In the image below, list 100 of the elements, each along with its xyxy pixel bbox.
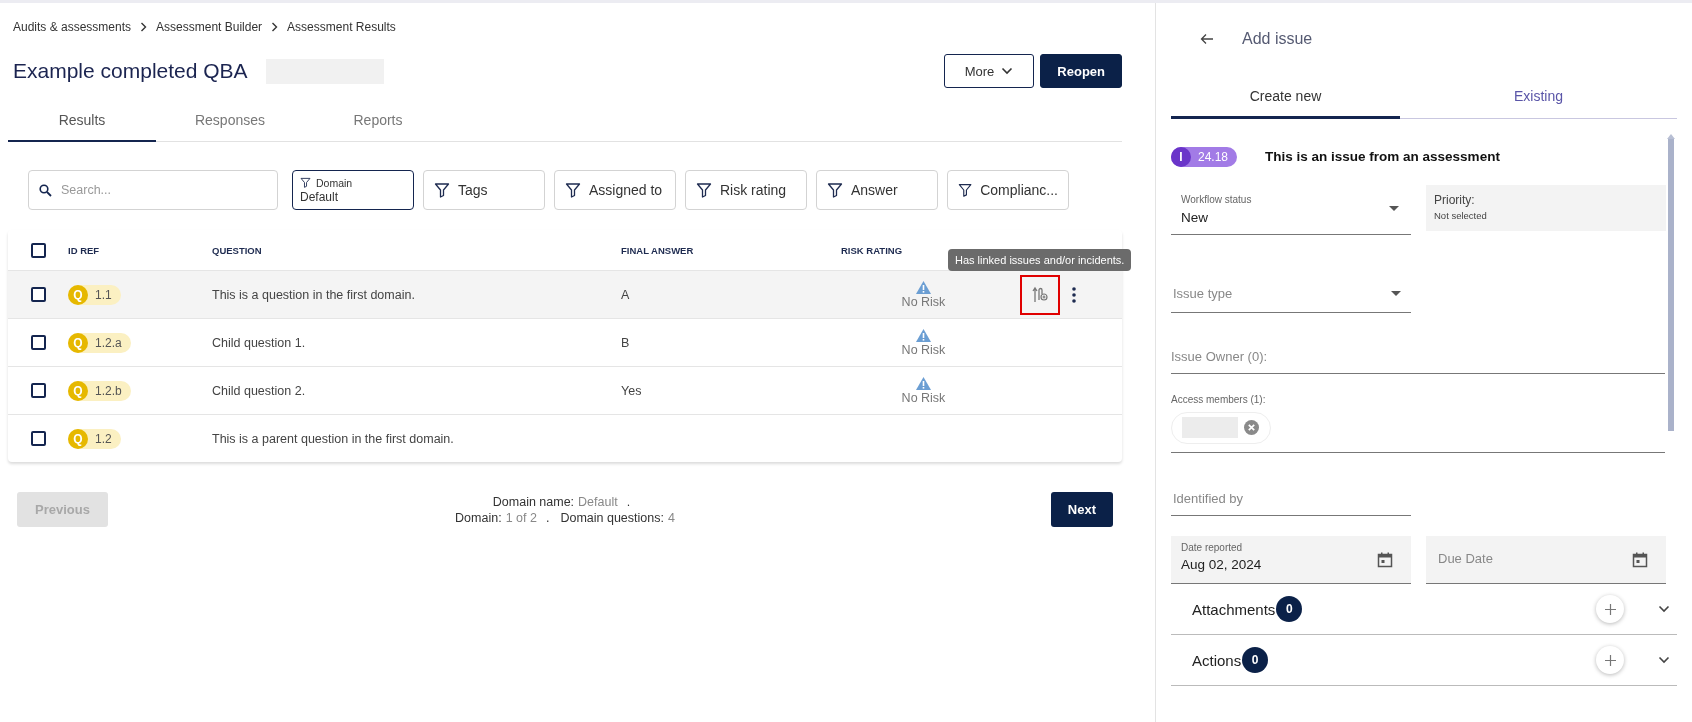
filter-button[interactable]: Complianc... bbox=[947, 170, 1069, 210]
search-icon bbox=[39, 183, 52, 197]
date-input[interactable]: Due Date bbox=[1436, 550, 1610, 567]
tooltip: Has linked issues and/or incidents. bbox=[948, 249, 1132, 271]
question-text: Child question 2. bbox=[212, 383, 306, 398]
reopen-button[interactable]: Reopen bbox=[1040, 54, 1122, 88]
id-badge: I 24.18 bbox=[1171, 146, 1238, 167]
column-header: RISK RATING bbox=[841, 244, 904, 256]
issue-type-select[interactable]: Issue type bbox=[1171, 285, 1391, 302]
tab[interactable]: Create new bbox=[1171, 75, 1400, 119]
search-field[interactable]: Search... bbox=[59, 182, 263, 198]
add-button[interactable] bbox=[1596, 595, 1624, 623]
chevron-down-icon bbox=[1658, 656, 1670, 664]
access-members-field[interactable]: Access members (1): bbox=[1171, 393, 1665, 453]
section-header[interactable]: Actions 0 bbox=[1171, 635, 1677, 686]
count-badge: 0 bbox=[1276, 596, 1303, 622]
filter-icon bbox=[958, 182, 973, 198]
breadcrumb-link[interactable]: Assessment Results bbox=[287, 20, 396, 34]
chevron-right-icon bbox=[140, 22, 148, 32]
checkbox[interactable] bbox=[31, 383, 46, 398]
due-date-field[interactable]: Due Date bbox=[1426, 536, 1666, 584]
chevron-down-icon bbox=[1658, 605, 1670, 613]
column-header: QUESTION bbox=[212, 244, 263, 256]
checkbox[interactable] bbox=[31, 242, 46, 258]
filter-icon bbox=[434, 182, 450, 198]
back-arrow-icon bbox=[1200, 33, 1214, 45]
add-button[interactable] bbox=[1596, 646, 1624, 674]
breadcrumb-link[interactable]: Audits & assessments bbox=[13, 20, 132, 34]
kebab-menu-icon bbox=[1072, 286, 1076, 303]
link-icon bbox=[1032, 285, 1048, 304]
filter-button[interactable]: Risk rating bbox=[685, 170, 807, 210]
info-value: Default bbox=[578, 493, 618, 510]
tab[interactable]: Reports bbox=[304, 100, 452, 142]
checkbox[interactable] bbox=[31, 335, 46, 350]
question-text: This is a question in the first domain. bbox=[212, 287, 415, 302]
linked-issues-button[interactable] bbox=[1020, 274, 1060, 315]
field-label: Access members (1): bbox=[1171, 393, 1267, 405]
panel-title: Add issue bbox=[1242, 30, 1313, 48]
plus-icon bbox=[1604, 603, 1616, 615]
risk-rating: No Risk bbox=[901, 342, 946, 357]
separator-dot: . bbox=[545, 509, 550, 526]
checkbox[interactable] bbox=[31, 287, 46, 302]
checkbox[interactable] bbox=[31, 431, 46, 446]
section-title: Actions bbox=[1192, 651, 1242, 669]
issue-title: This is an issue from an assessment bbox=[1265, 149, 1500, 165]
info-label: Domain: bbox=[455, 509, 502, 526]
separator-dot: . bbox=[626, 493, 631, 510]
table-row[interactable]: Q 1.2 This is a parent question in the first domain. bbox=[8, 414, 1122, 462]
filter-icon bbox=[827, 182, 843, 198]
section-header[interactable]: Attachments 0 bbox=[1171, 584, 1677, 635]
risk-rating: No Risk bbox=[901, 294, 946, 309]
column-header: ID REF bbox=[68, 244, 101, 256]
dropdown-caret-icon bbox=[1389, 206, 1399, 212]
more-button[interactable]: More bbox=[943, 54, 1035, 88]
tab[interactable]: Responses bbox=[156, 100, 304, 142]
filter-button[interactable]: Assigned to bbox=[554, 170, 676, 210]
workflow-status-select[interactable]: Workflow status New bbox=[1171, 185, 1411, 236]
info-value: 1 of 2 bbox=[505, 509, 537, 526]
count-badge: 0 bbox=[1242, 647, 1269, 673]
id-badge: Q 1.2.a bbox=[68, 332, 131, 353]
warning-icon bbox=[916, 280, 931, 294]
dropdown-caret-icon bbox=[1391, 291, 1401, 296]
scroll-up-icon bbox=[1667, 134, 1675, 139]
filter-button[interactable]: Tags bbox=[423, 170, 545, 210]
table-row[interactable]: Q 1.2.a Child question 1. B No Risk bbox=[8, 318, 1122, 366]
filter-button[interactable]: Answer bbox=[816, 170, 938, 210]
table-row[interactable]: Q 1.2.b Child question 2. Yes No Risk bbox=[8, 366, 1122, 414]
filter-icon bbox=[565, 182, 581, 198]
calendar-icon bbox=[1632, 552, 1648, 568]
question-text: This is a parent question in the first domain. bbox=[212, 431, 454, 446]
page-title: Example completed QBA bbox=[13, 59, 248, 83]
chevron-down-icon bbox=[1001, 67, 1014, 75]
table-row[interactable]: Q 1.1 This is a question in the first domain. A No Risk bbox=[8, 270, 1122, 318]
next-button[interactable]: Next bbox=[1050, 492, 1113, 527]
chevron-right-icon bbox=[271, 22, 279, 32]
info-label: Domain name: bbox=[492, 493, 575, 510]
filter-icon bbox=[300, 177, 311, 188]
id-badge: Q 1.2.b bbox=[68, 380, 131, 401]
info-value: 4 bbox=[667, 509, 675, 526]
answer-text: Yes bbox=[621, 383, 642, 398]
tab[interactable]: Results bbox=[8, 100, 156, 142]
answer-text: B bbox=[621, 335, 630, 350]
filter-button[interactable]: Domain Default bbox=[292, 170, 414, 210]
plus-icon bbox=[1604, 654, 1616, 666]
identified-by-field[interactable]: Identified by bbox=[1171, 490, 1411, 508]
answer-text: A bbox=[621, 287, 630, 302]
priority-field: Priority: Not selected bbox=[1426, 185, 1666, 232]
question-text: Child question 1. bbox=[212, 335, 306, 350]
close-icon bbox=[1244, 420, 1259, 436]
risk-rating: No Risk bbox=[901, 390, 946, 405]
search-box[interactable]: Search... bbox=[28, 170, 278, 210]
id-badge: Q 1.2 bbox=[68, 428, 121, 449]
date-reported-field[interactable]: Date reported Aug 02, 2024 bbox=[1171, 536, 1411, 584]
issue-owner-field[interactable]: Issue Owner (0): bbox=[1171, 340, 1665, 374]
breadcrumb-link[interactable]: Assessment Builder bbox=[156, 20, 263, 34]
tab[interactable]: Existing bbox=[1400, 75, 1677, 119]
calendar-icon bbox=[1377, 552, 1393, 568]
filter-icon bbox=[696, 182, 712, 198]
scrollbar[interactable] bbox=[1668, 139, 1674, 431]
column-header: FINAL ANSWER bbox=[621, 244, 695, 256]
